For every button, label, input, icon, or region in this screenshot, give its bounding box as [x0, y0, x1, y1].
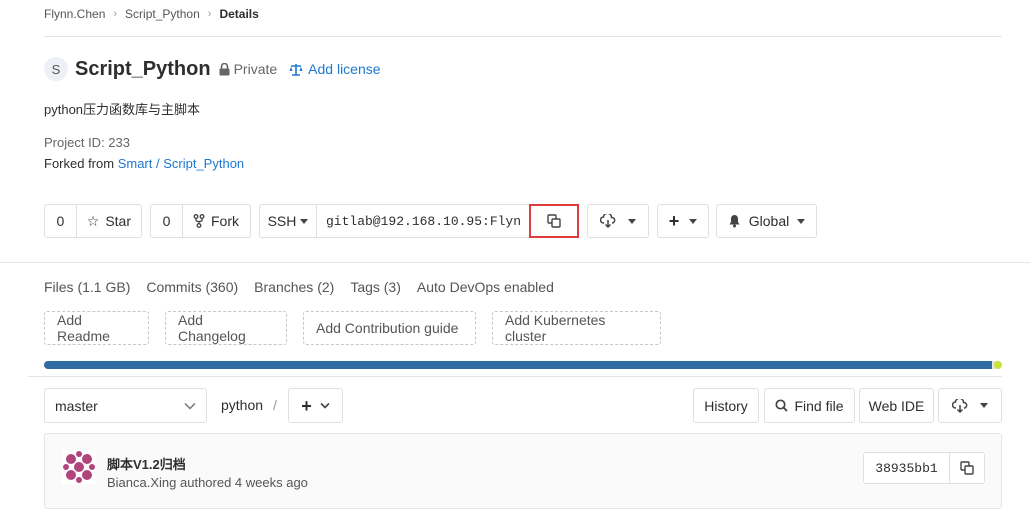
header-divider [44, 36, 1002, 37]
path-segment-python[interactable]: python [221, 397, 263, 413]
forked-project-link[interactable]: Script_Python [163, 156, 244, 171]
commit-sha[interactable]: 38935bb1 [864, 453, 950, 483]
web-ide-button[interactable]: Web IDE [859, 388, 934, 423]
star-label: Star [105, 213, 131, 229]
forked-separator: / [152, 156, 164, 171]
breadcrumb: Flynn.Chen › Script_Python › Details [44, 6, 259, 22]
storage-usage-fill [44, 361, 993, 369]
notification-label: Global [748, 213, 790, 229]
add-to-tree-dropdown[interactable]: + [288, 388, 343, 423]
scale-icon [289, 63, 303, 76]
page-title: Script_Python [75, 57, 211, 80]
stat-devops[interactable]: Auto DevOps enabled [417, 279, 554, 295]
search-icon [775, 399, 789, 412]
project-stats: Files (1.1 GB) Commits (360) Branches (2… [44, 279, 554, 295]
forked-prefix: Forked from [44, 156, 115, 171]
clone-url-group: SSH [259, 204, 579, 238]
copy-icon [960, 461, 974, 475]
storage-usage-bar [44, 361, 1002, 369]
project-description: python压力函数库与主脚本 [44, 102, 201, 117]
fork-label: Fork [211, 213, 239, 229]
clone-protocol-label: SSH [267, 213, 297, 229]
stat-tags[interactable]: Tags (3) [350, 279, 401, 295]
star-button[interactable]: 0 ☆ Star [44, 204, 142, 238]
plus-icon: + [301, 395, 312, 416]
clone-protocol-dropdown[interactable]: SSH [260, 205, 317, 237]
download-cloud-icon [600, 214, 616, 228]
branch-select[interactable]: master [44, 388, 207, 423]
add-contribution-guide-button[interactable]: Add Contribution guide [303, 311, 476, 345]
fork-icon [193, 214, 205, 228]
tree-download-dropdown[interactable] [938, 388, 1002, 423]
caret-down-icon [980, 403, 988, 408]
chevron-right-icon: › [113, 8, 118, 20]
storage-usage-tail [994, 361, 1002, 369]
add-changelog-button[interactable]: Add Changelog [165, 311, 287, 345]
copy-url-button[interactable] [529, 204, 579, 238]
download-dropdown[interactable] [587, 204, 649, 238]
fork-count: 0 [151, 205, 183, 237]
stat-branches[interactable]: Branches (2) [254, 279, 334, 295]
commit-author-line: Bianca.Xing authored 4 weeks ago [107, 475, 308, 490]
clone-url-input[interactable] [317, 205, 529, 237]
new-item-dropdown[interactable]: + [657, 204, 709, 238]
breadcrumb-link-namespace[interactable]: Flynn.Chen [44, 7, 105, 21]
add-license-label: Add license [308, 61, 381, 77]
breadcrumb-current[interactable]: Details [219, 7, 258, 21]
chevron-down-icon [184, 402, 196, 410]
breadcrumb-link-project[interactable]: Script_Python [125, 7, 200, 21]
forked-namespace-link[interactable]: Smart [118, 156, 153, 171]
copy-sha-button[interactable] [950, 453, 984, 483]
download-cloud-icon [952, 398, 968, 413]
fork-button[interactable]: 0 Fork [150, 204, 251, 238]
commit-sha-group: 38935bb1 [863, 452, 985, 484]
commit-message[interactable]: 脚本V1.2归档 [107, 454, 186, 473]
bell-icon [729, 215, 740, 228]
author-avatar[interactable] [62, 450, 96, 484]
section-divider [0, 262, 1030, 263]
stat-commits[interactable]: Commits (360) [146, 279, 238, 295]
chevron-right-icon: › [207, 8, 212, 20]
copy-icon [547, 214, 561, 228]
forked-from: Forked from Smart / Script_Python [44, 156, 244, 171]
star-icon: ☆ [86, 212, 100, 229]
find-file-label: Find file [794, 397, 844, 414]
visibility-label: Private [233, 61, 278, 77]
find-file-button[interactable]: Find file [764, 388, 855, 423]
add-readme-button[interactable]: Add Readme [44, 311, 149, 345]
caret-down-icon [300, 218, 309, 224]
add-kubernetes-cluster-button[interactable]: Add Kubernetes cluster [492, 311, 661, 345]
add-license-link[interactable]: Add license [289, 61, 381, 77]
lock-icon [219, 62, 230, 76]
caret-down-icon [689, 218, 698, 224]
notification-dropdown[interactable]: Global [716, 204, 817, 238]
project-title-row: S Script_Python Private Add license [44, 56, 381, 82]
project-avatar: S [44, 57, 68, 81]
path-separator: / [273, 397, 277, 413]
stat-files[interactable]: Files (1.1 GB) [44, 279, 130, 295]
last-commit-panel: 脚本V1.2归档 Bianca.Xing authored 4 weeks ag… [44, 433, 1002, 509]
path-breadcrumb: python / [221, 397, 277, 413]
star-count: 0 [45, 205, 77, 237]
history-button[interactable]: History [693, 388, 759, 423]
section-divider [28, 376, 1002, 377]
plus-icon: + [668, 211, 680, 231]
caret-down-icon [797, 218, 806, 224]
project-id: Project ID: 233 [44, 135, 130, 150]
caret-down-icon [628, 218, 636, 224]
chevron-down-icon [320, 402, 330, 409]
branch-select-value: master [55, 397, 98, 414]
